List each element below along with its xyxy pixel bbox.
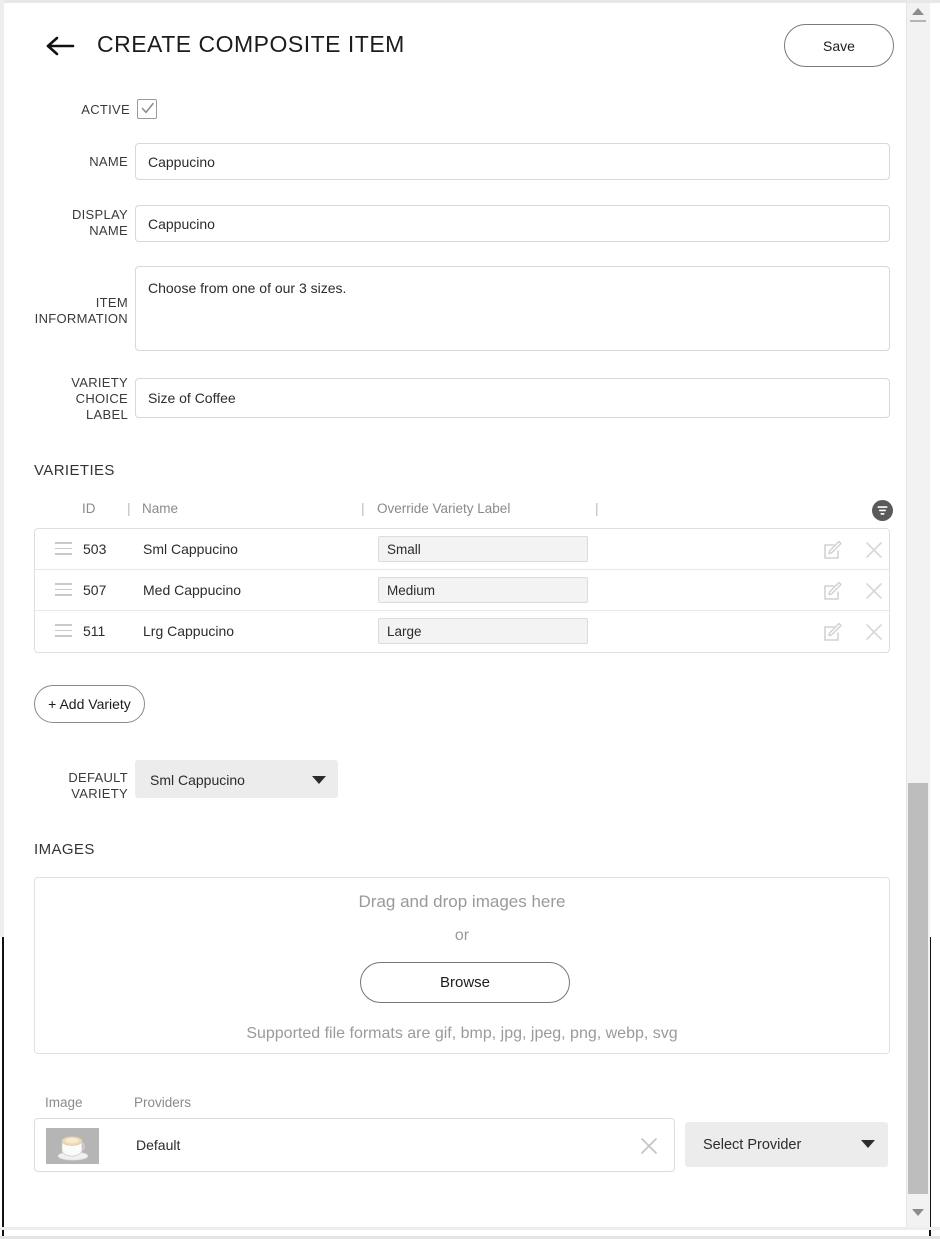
default-variety-label-line2: VARIETY: [71, 786, 128, 801]
name-input[interactable]: [135, 143, 890, 180]
display-name-label-line2: NAME: [89, 223, 128, 238]
column-separator-2: |: [361, 500, 365, 516]
drag-handle-icon[interactable]: [55, 624, 72, 639]
cappuccino-cup-thumbnail: [46, 1128, 99, 1164]
scroll-down-arrow-icon[interactable]: [912, 1209, 924, 1216]
scroll-up-arrow-divider: [910, 20, 926, 22]
variety-id: 511: [83, 623, 106, 639]
chevron-down-icon: [861, 1140, 875, 1148]
page-title: CREATE COMPOSITE ITEM: [97, 31, 405, 57]
item-information-textarea[interactable]: [135, 266, 890, 351]
edit-icon[interactable]: [822, 621, 844, 643]
edit-icon[interactable]: [822, 580, 844, 602]
default-variety-label: DEFAULT VARIETY: [18, 770, 128, 802]
override-variety-label-input[interactable]: [378, 577, 588, 603]
default-variety-value: Sml Cappucino: [150, 772, 245, 788]
images-section-title: IMAGES: [34, 841, 95, 858]
variety-choice-label-input[interactable]: [135, 378, 890, 418]
image-dropzone[interactable]: Drag and drop images here or Browse Supp…: [34, 877, 890, 1054]
vertical-scrollbar-thumb[interactable]: [908, 783, 928, 1194]
table-row[interactable]: 507 Med Cappucino: [35, 570, 889, 611]
display-name-label-line1: DISPLAY: [71, 207, 128, 222]
edit-icon[interactable]: [822, 539, 844, 561]
app-window: CREATE COMPOSITE ITEM Save ACTIVE NAME D…: [0, 0, 940, 1239]
column-header-name: Name: [142, 501, 179, 516]
scroll-up-arrow-icon[interactable]: [912, 8, 924, 15]
dropzone-or-text: or: [454, 927, 470, 944]
providers-column-header-providers: Providers: [134, 1095, 192, 1110]
check-icon: [141, 102, 154, 114]
arrow-left-icon[interactable]: [42, 29, 78, 63]
default-variety-label-line1: DEFAULT: [68, 770, 128, 785]
add-variety-button[interactable]: + Add Variety: [34, 685, 145, 723]
variety-name: Med Cappucino: [143, 582, 242, 598]
display-name-input[interactable]: [135, 205, 890, 242]
page-header: CREATE COMPOSITE ITEM Save: [4, 3, 906, 88]
save-button[interactable]: Save: [784, 24, 894, 67]
column-separator-1: |: [127, 500, 131, 516]
active-label: ACTIVE: [81, 102, 130, 117]
override-variety-label-input[interactable]: [378, 536, 588, 562]
supported-formats-text: Supported file formats are gif, bmp, jpg…: [246, 1025, 678, 1042]
variety-id: 507: [83, 582, 107, 598]
item-information-label: ITEM INFORMATION: [18, 295, 128, 327]
varieties-table-header: ID | Name | Override Variety Label |: [34, 500, 886, 527]
window-frame-bottom: [0, 1227, 940, 1230]
chevron-down-icon: [312, 776, 326, 784]
variety-name: Lrg Cappucino: [143, 623, 235, 639]
item-information-label-line2: INFORMATION: [34, 311, 128, 326]
close-icon[interactable]: [863, 580, 885, 602]
select-provider-value: Select Provider: [703, 1137, 802, 1153]
close-icon[interactable]: [638, 1135, 660, 1157]
provider-row: Default: [34, 1118, 675, 1172]
variety-name: Sml Cappucino: [143, 541, 238, 557]
column-header-id: ID: [82, 501, 96, 516]
providers-column-header-image: Image: [45, 1095, 83, 1110]
name-label: NAME: [89, 154, 128, 169]
variety-choice-label-line2: CHOICE: [75, 391, 128, 406]
provider-name: Default: [136, 1137, 181, 1153]
column-header-override-variety-label: Override Variety Label: [377, 501, 511, 516]
drag-handle-icon[interactable]: [55, 542, 72, 557]
varieties-section-title: VARIETIES: [34, 462, 115, 479]
table-row[interactable]: 511 Lrg Cappucino: [35, 611, 889, 652]
display-name-label: DISPLAY NAME: [18, 207, 128, 239]
variety-id: 503: [83, 541, 107, 557]
dropzone-primary-text: Drag and drop images here: [358, 892, 566, 911]
close-icon[interactable]: [863, 621, 885, 643]
variety-choice-label-line1: VARIETY: [71, 375, 128, 390]
override-variety-label-input[interactable]: [378, 618, 588, 644]
item-information-label-line1: ITEM: [95, 295, 128, 310]
drag-handle-icon[interactable]: [55, 583, 72, 598]
variety-choice-label-line3: LABEL: [86, 407, 128, 422]
filter-icon[interactable]: [872, 500, 893, 521]
close-icon[interactable]: [863, 539, 885, 561]
table-row[interactable]: 503 Sml Cappucino: [35, 529, 889, 570]
browse-button[interactable]: Browse: [360, 962, 570, 1003]
page-canvas: CREATE COMPOSITE ITEM Save ACTIVE NAME D…: [4, 3, 906, 1227]
varieties-table-body: 503 Sml Cappucino 507 Med Cappucino: [34, 528, 890, 653]
column-separator-3: |: [595, 500, 599, 516]
variety-choice-label-label: VARIETY CHOICE LABEL: [18, 375, 128, 423]
